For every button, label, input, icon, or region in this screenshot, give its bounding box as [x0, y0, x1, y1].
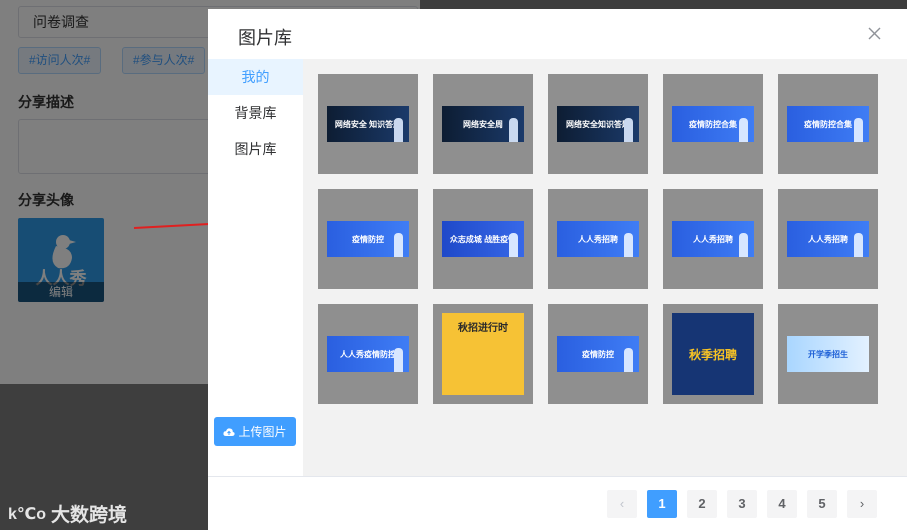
image-thumbnail[interactable]: 秋季招聘: [663, 304, 763, 404]
image-library-dialog: 图片库 我的 背景库 图片库 上传图片 网络安全 知识答题 网络安全周 网络安全知识…: [208, 9, 907, 530]
image-thumbnail[interactable]: 人人秀招聘: [778, 189, 878, 289]
thumbnail-caption: 众志成城 战胜疫情: [442, 221, 524, 257]
person-figure-icon: [739, 118, 748, 142]
page-1[interactable]: 1: [647, 490, 677, 518]
cloud-upload-icon: [223, 427, 236, 436]
person-figure-icon: [624, 233, 633, 257]
person-figure-icon: [624, 348, 633, 372]
dialog-title: 图片库: [238, 28, 292, 48]
thumbnail-caption: 网络安全周: [442, 106, 524, 142]
dialog-footer: ‹ 1 2 3 4 5 ›: [208, 476, 907, 530]
prev-page-icon[interactable]: ‹: [607, 490, 637, 518]
person-figure-icon: [394, 118, 403, 142]
thumbnail-caption: 疫情防控: [327, 221, 409, 257]
image-thumbnail[interactable]: 疫情防控: [318, 189, 418, 289]
image-grid-area: 网络安全 知识答题 网络安全周 网络安全知识答题 疫情防控合集 疫情防控合集 疫情防控 众志…: [303, 59, 907, 476]
thumbnail-caption: 网络安全 知识答题: [327, 106, 409, 142]
image-thumbnail[interactable]: 网络安全知识答题: [548, 74, 648, 174]
library-sidebar: 我的 背景库 图片库 上传图片: [208, 59, 303, 476]
thumbnail-caption: 人人秀招聘: [557, 221, 639, 257]
person-figure-icon: [394, 233, 403, 257]
upload-image-button[interactable]: 上传图片: [214, 417, 296, 446]
thumbnail-caption: 秋季招聘: [672, 313, 754, 395]
next-page-icon[interactable]: ›: [847, 490, 877, 518]
image-thumbnail[interactable]: 疫情防控: [548, 304, 648, 404]
page-5[interactable]: 5: [807, 490, 837, 518]
pagination: ‹ 1 2 3 4 5 ›: [607, 490, 877, 518]
image-thumbnail[interactable]: 疫情防控合集: [778, 74, 878, 174]
sidebar-item-background-library[interactable]: 背景库: [208, 95, 303, 131]
image-thumbnail[interactable]: 疫情防控合集: [663, 74, 763, 174]
thumbnail-caption: 疫情防控: [557, 336, 639, 372]
image-thumbnail[interactable]: 人人秀招聘: [548, 189, 648, 289]
image-grid: 网络安全 知识答题 网络安全周 网络安全知识答题 疫情防控合集 疫情防控合集 疫情防控 众志…: [318, 74, 878, 404]
thumbnail-caption: 人人秀招聘: [672, 221, 754, 257]
thumbnail-caption: 人人秀招聘: [787, 221, 869, 257]
image-thumbnail[interactable]: 秋招进行时: [433, 304, 533, 404]
thumbnail-caption: 秋招进行时: [442, 313, 524, 395]
sidebar-item-image-library[interactable]: 图片库: [208, 131, 303, 167]
dialog-header: 图片库: [208, 9, 907, 59]
person-figure-icon: [854, 233, 863, 257]
thumbnail-caption: 人人秀疫情防控: [327, 336, 409, 372]
image-thumbnail[interactable]: 网络安全 知识答题: [318, 74, 418, 174]
image-thumbnail[interactable]: 众志成城 战胜疫情: [433, 189, 533, 289]
page-2[interactable]: 2: [687, 490, 717, 518]
sidebar-item-mine[interactable]: 我的: [208, 59, 303, 95]
thumbnail-caption: 网络安全知识答题: [557, 106, 639, 142]
watermark-logo-icon: k℃o: [8, 505, 47, 523]
thumbnail-caption: 疫情防控合集: [672, 106, 754, 142]
thumbnail-caption: 开学季招生: [787, 336, 869, 372]
watermark-text: 大数跨境: [51, 505, 128, 526]
person-figure-icon: [739, 233, 748, 257]
page-3[interactable]: 3: [727, 490, 757, 518]
person-figure-icon: [509, 233, 518, 257]
upload-image-label: 上传图片: [238, 425, 287, 439]
image-thumbnail[interactable]: 开学季招生: [778, 304, 878, 404]
page-4[interactable]: 4: [767, 490, 797, 518]
person-figure-icon: [854, 118, 863, 142]
image-thumbnail[interactable]: 人人秀疫情防控: [318, 304, 418, 404]
thumbnail-caption: 疫情防控合集: [787, 106, 869, 142]
person-figure-icon: [394, 348, 403, 372]
image-thumbnail[interactable]: 网络安全周: [433, 74, 533, 174]
person-figure-icon: [509, 118, 518, 142]
watermark: k℃o 大数跨境: [8, 500, 127, 527]
close-icon[interactable]: [868, 27, 881, 40]
person-figure-icon: [624, 118, 633, 142]
image-thumbnail[interactable]: 人人秀招聘: [663, 189, 763, 289]
